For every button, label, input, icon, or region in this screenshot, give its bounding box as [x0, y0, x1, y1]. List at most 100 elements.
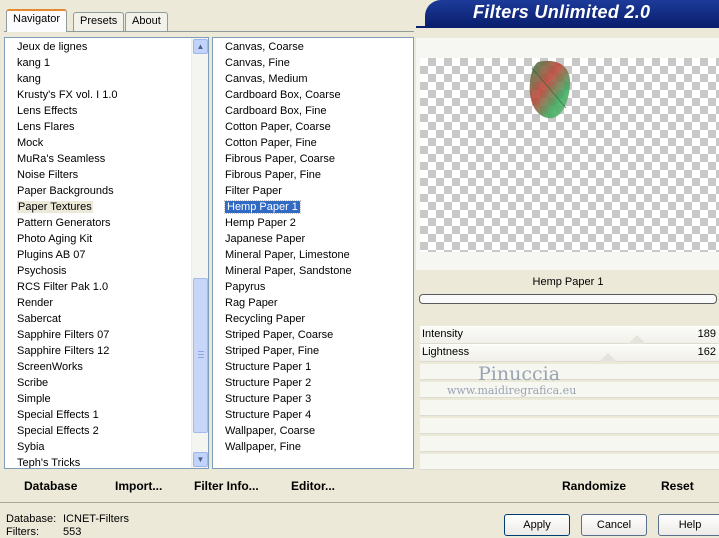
tab-presets[interactable]: Presets	[73, 12, 125, 31]
list-item[interactable]: Structure Paper 4	[213, 407, 413, 423]
chevron-up-icon: ▲	[196, 42, 205, 51]
list-item[interactable]: Cardboard Box, Fine	[213, 103, 413, 119]
list-item[interactable]: Sapphire Filters 07	[5, 327, 191, 343]
database-button[interactable]: Database	[24, 479, 77, 493]
empty-param-row	[420, 418, 719, 434]
status-separator	[0, 502, 719, 503]
app-title-banner: Filters Unlimited 2.0	[425, 0, 719, 26]
status-filters-value: 553	[63, 526, 82, 538]
list-item[interactable]: kang	[5, 71, 191, 87]
param-value: 189	[697, 328, 716, 340]
list-item[interactable]: Papyrus	[213, 279, 413, 295]
filter-info-button[interactable]: Filter Info...	[194, 479, 259, 493]
list-item[interactable]: Simple	[5, 391, 191, 407]
list-item[interactable]: Cardboard Box, Coarse	[213, 87, 413, 103]
list-item[interactable]: Sabercat	[5, 311, 191, 327]
category-scrollbar[interactable]: ▲ ▼	[191, 38, 208, 468]
list-item[interactable]: Mock	[5, 135, 191, 151]
list-item[interactable]: kang 1	[5, 55, 191, 71]
list-item[interactable]: Sybia	[5, 439, 191, 455]
cancel-button[interactable]: Cancel	[581, 514, 647, 536]
list-item[interactable]: Structure Paper 1	[213, 359, 413, 375]
scroll-up-button[interactable]: ▲	[193, 39, 208, 54]
list-item[interactable]: Rag Paper	[213, 295, 413, 311]
slider-thumb-icon[interactable]	[599, 353, 617, 362]
list-item[interactable]: Japanese Paper	[213, 231, 413, 247]
list-item[interactable]: Jeux de lignes	[5, 39, 191, 55]
list-item[interactable]: Plugins AB 07	[5, 247, 191, 263]
apply-button[interactable]: Apply	[504, 514, 570, 536]
status-database-value: ICNET-Filters	[63, 513, 129, 525]
category-items: Jeux de lignes kang 1 kang Krusty's FX vol.…	[5, 39, 191, 468]
list-item[interactable]: Noise Filters	[5, 167, 191, 183]
preview-canvas[interactable]	[420, 58, 719, 252]
list-item[interactable]: Krusty's FX vol. I 1.0	[5, 87, 191, 103]
scroll-thumb[interactable]	[193, 278, 208, 433]
list-item[interactable]: Teph's Tricks	[5, 455, 191, 468]
param-intensity[interactable]: Intensity 189	[420, 326, 719, 344]
list-item[interactable]: Cotton Paper, Fine	[213, 135, 413, 151]
list-item[interactable]: Filter Paper	[213, 183, 413, 199]
reset-button[interactable]: Reset	[661, 479, 694, 493]
list-item[interactable]: Psychosis	[5, 263, 191, 279]
category-list[interactable]: Jeux de lignes kang 1 kang Krusty's FX vol.…	[4, 37, 209, 469]
list-item[interactable]: Photo Aging Kit	[5, 231, 191, 247]
intensity-slider[interactable]	[420, 326, 719, 344]
empty-param-row	[420, 454, 719, 470]
list-item[interactable]: Mineral Paper, Limestone	[213, 247, 413, 263]
banner-underline	[416, 26, 719, 28]
list-item[interactable]: ScreenWorks	[5, 359, 191, 375]
list-item[interactable]: Structure Paper 3	[213, 391, 413, 407]
empty-param-row	[420, 364, 719, 380]
preview-image	[529, 60, 571, 119]
list-item[interactable]: Special Effects 2	[5, 423, 191, 439]
list-item[interactable]: Recycling Paper	[213, 311, 413, 327]
list-item[interactable]: Fibrous Paper, Coarse	[213, 151, 413, 167]
list-item[interactable]: Canvas, Coarse	[213, 39, 413, 55]
current-filter-name: Hemp Paper 1	[532, 276, 604, 288]
slider-thumb-icon[interactable]	[628, 335, 646, 344]
param-lightness[interactable]: Lightness 162	[420, 344, 719, 362]
list-item[interactable]: Fibrous Paper, Fine	[213, 167, 413, 183]
param-value: 162	[697, 346, 716, 358]
list-item[interactable]: Lens Flares	[5, 119, 191, 135]
list-item[interactable]: Paper Backgrounds	[5, 183, 191, 199]
status-filters-label: Filters:	[6, 526, 39, 538]
import-button[interactable]: Import...	[115, 479, 162, 493]
list-item[interactable]: Pattern Generators	[5, 215, 191, 231]
list-item[interactable]: Wallpaper, Fine	[213, 439, 413, 455]
scroll-down-button[interactable]: ▼	[193, 452, 208, 467]
list-item[interactable]: Sapphire Filters 12	[5, 343, 191, 359]
filters-unlimited-dialog: { "tabs": [ {"label": "Navigator", "acti…	[0, 0, 719, 538]
tab-navigator[interactable]: Navigator	[6, 9, 68, 32]
param-label: Intensity	[422, 328, 463, 340]
list-item[interactable]: Render	[5, 295, 191, 311]
list-item[interactable]: Cotton Paper, Coarse	[213, 119, 413, 135]
list-item[interactable]: Hemp Paper 1	[213, 199, 413, 215]
tab-about[interactable]: About	[125, 12, 168, 31]
progress-bar	[419, 294, 717, 304]
list-item[interactable]: Mineral Paper, Sandstone	[213, 263, 413, 279]
list-item[interactable]: Canvas, Fine	[213, 55, 413, 71]
help-button[interactable]: Help	[658, 514, 719, 536]
list-item[interactable]: MuRa's Seamless	[5, 151, 191, 167]
list-item[interactable]: Hemp Paper 2	[213, 215, 413, 231]
list-item[interactable]: Lens Effects	[5, 103, 191, 119]
list-item[interactable]: Special Effects 1	[5, 407, 191, 423]
list-item[interactable]: Striped Paper, Coarse	[213, 327, 413, 343]
editor-button[interactable]: Editor...	[291, 479, 335, 493]
list-item[interactable]: Canvas, Medium	[213, 71, 413, 87]
filter-list[interactable]: Canvas, Coarse Canvas, Fine Canvas, Medium…	[212, 37, 414, 469]
list-item[interactable]: Striped Paper, Fine	[213, 343, 413, 359]
watermark-name: Pinuccia	[478, 363, 561, 385]
list-item[interactable]: Structure Paper 2	[213, 375, 413, 391]
app-title: Filters Unlimited 2.0	[473, 2, 651, 22]
list-item[interactable]: RCS Filter Pak 1.0	[5, 279, 191, 295]
list-item[interactable]: Wallpaper, Coarse	[213, 423, 413, 439]
empty-param-row	[420, 436, 719, 452]
watermark-url: www.maidiregrafica.eu	[447, 384, 577, 397]
filter-items: Canvas, Coarse Canvas, Fine Canvas, Medium…	[213, 39, 413, 455]
randomize-button[interactable]: Randomize	[562, 479, 626, 493]
list-item[interactable]: Paper Textures	[5, 199, 191, 215]
list-item[interactable]: Scribe	[5, 375, 191, 391]
